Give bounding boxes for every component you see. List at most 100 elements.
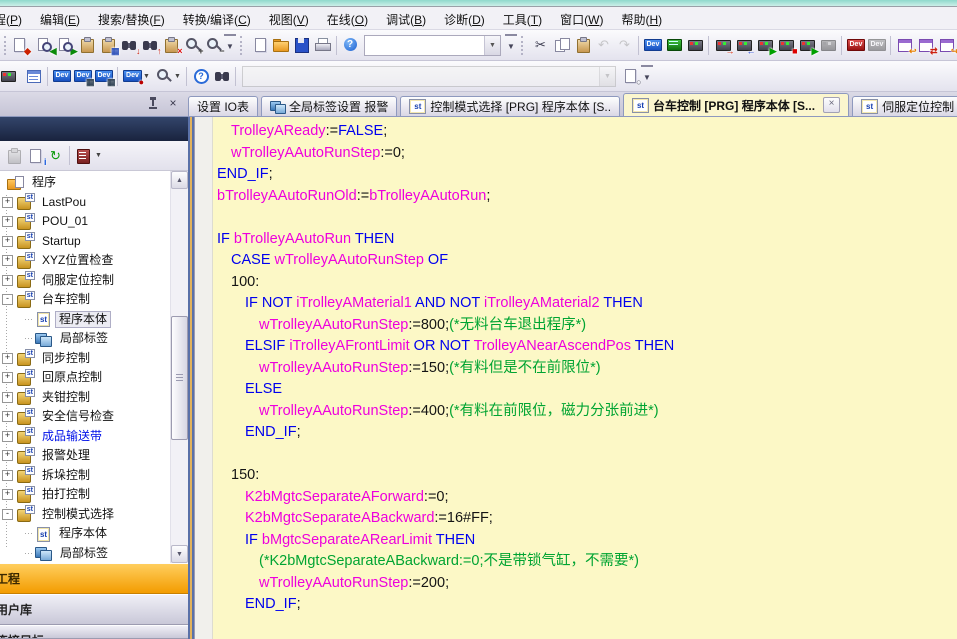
menu-item-W[interactable]: 窗口(W): [551, 7, 612, 29]
save-project-button[interactable]: [291, 34, 312, 56]
paste-bookmark-button[interactable]: [76, 34, 97, 56]
nav-data-info-button[interactable]: i: [24, 145, 45, 167]
selector-bar-item[interactable]: 用户库: [0, 594, 188, 625]
scroll-down-icon[interactable]: ▼: [171, 545, 188, 563]
menu-item-P[interactable]: 工程(P): [0, 7, 31, 29]
expand-icon[interactable]: +: [2, 489, 13, 500]
tree-item-label[interactable]: 局部标签: [56, 330, 112, 347]
monitor-start-button[interactable]: ▶: [754, 34, 775, 56]
bookmark-delete-button[interactable]: ×: [160, 34, 181, 56]
tree-item[interactable]: +拆垛控制: [0, 466, 170, 486]
pane-splitter[interactable]: [188, 117, 195, 639]
tab-2[interactable]: 全局标签设置 报警: [261, 96, 397, 116]
copy-button[interactable]: [551, 34, 572, 56]
expand-icon[interactable]: +: [2, 255, 13, 266]
scrollbar-track[interactable]: [171, 189, 188, 545]
selector-bar-item[interactable]: 连接目标: [0, 625, 188, 639]
tab-5[interactable]: st伺服定位控制 [PR: [852, 96, 957, 116]
tree-item[interactable]: - 控制模式选择: [0, 505, 170, 525]
expand-icon[interactable]: +: [2, 470, 13, 481]
tree-item[interactable]: 程序: [0, 173, 170, 193]
tree-item[interactable]: 程序本体: [0, 524, 170, 544]
parameter-list-button[interactable]: [23, 65, 44, 87]
device-input-combobox[interactable]: ▼: [242, 66, 616, 87]
tree-item[interactable]: +回原点控制: [0, 368, 170, 388]
tree-item[interactable]: -台车控制: [0, 290, 170, 310]
monitor-stop-button[interactable]: ■: [775, 34, 796, 56]
expand-icon[interactable]: +: [2, 411, 13, 422]
window-previous-button[interactable]: ↩: [894, 34, 915, 56]
menu-item-C[interactable]: 转换/编译(C): [174, 7, 260, 29]
tree-item-label[interactable]: 伺服定位控制: [38, 272, 118, 289]
expand-icon[interactable]: +: [2, 197, 13, 208]
toolbar-overflow-icon[interactable]: ▼: [641, 65, 653, 87]
tree-item-label[interactable]: 报警处理: [38, 447, 94, 464]
tree-item-label[interactable]: 局部标签: [56, 545, 112, 562]
tree-item[interactable]: +报警处理: [0, 446, 170, 466]
tree-item[interactable]: +POU_01: [0, 212, 170, 232]
tree-item-label[interactable]: Startup: [38, 233, 85, 250]
expand-icon[interactable]: +: [2, 431, 13, 442]
paste-grid-button[interactable]: ▦: [97, 34, 118, 56]
tree-item-label[interactable]: LastPou: [38, 194, 90, 211]
tree-item[interactable]: +拍打控制: [0, 485, 170, 505]
tab-3[interactable]: st控制模式选择 [PRG] 程序本体 [S..: [400, 96, 620, 116]
nav-display-mode-button[interactable]: ▼: [73, 145, 104, 167]
toolbar-grip[interactable]: [521, 36, 528, 55]
help-button[interactable]: [340, 34, 361, 56]
zoom-in-button[interactable]: +: [181, 34, 202, 56]
tree-item-label[interactable]: 同步控制: [38, 350, 94, 367]
device-reference-search-button[interactable]: ▼: [152, 65, 183, 87]
tree-item-label[interactable]: 控制模式选择: [38, 506, 118, 523]
selector-bar-active[interactable]: 工程: [0, 563, 188, 594]
scroll-up-icon[interactable]: ▲: [171, 171, 188, 189]
collapse-icon[interactable]: -: [2, 509, 13, 520]
doc-export-button[interactable]: ◆: [13, 34, 34, 56]
device-comment-button[interactable]: [51, 65, 72, 87]
toolbar-overflow-icon[interactable]: ▼: [224, 34, 236, 56]
scrollbar-thumb[interactable]: [171, 316, 188, 440]
menu-item-E[interactable]: 编辑(E): [31, 7, 89, 29]
tab-1[interactable]: 设置 IO表: [188, 96, 258, 116]
toolbar-grip[interactable]: [240, 36, 247, 55]
print-button[interactable]: [312, 34, 333, 56]
expand-icon[interactable]: +: [2, 275, 13, 286]
window-next-button[interactable]: ↪: [936, 34, 957, 56]
find-binoculars-button[interactable]: [211, 65, 232, 87]
tree-item[interactable]: + XYZ位置检查: [0, 251, 170, 271]
paste-button[interactable]: [572, 34, 593, 56]
device-skip-button[interactable]: [866, 34, 887, 56]
tab-4[interactable]: st台车控制 [PRG] 程序本体 [S...×: [623, 93, 849, 116]
menu-item-O[interactable]: 在线(O): [318, 7, 377, 29]
chevron-down-icon[interactable]: ▼: [599, 67, 615, 86]
expand-icon[interactable]: +: [2, 372, 13, 383]
expand-icon[interactable]: +: [2, 236, 13, 247]
menu-item-H[interactable]: 帮助(H): [612, 7, 671, 29]
document-search-button[interactable]: ○: [619, 65, 640, 87]
tree-scrollbar[interactable]: ▲ ▼: [170, 171, 188, 563]
tree-item-label[interactable]: 程序本体: [55, 311, 111, 328]
find-upward-button[interactable]: ↑: [139, 34, 160, 56]
read-from-plc-button[interactable]: ←: [733, 34, 754, 56]
tree-item[interactable]: 局部标签: [0, 329, 170, 349]
cut-button[interactable]: ✂: [530, 34, 551, 56]
menu-item-T[interactable]: 工具(T): [494, 7, 551, 29]
nav-refresh-button[interactable]: ↻: [45, 145, 66, 167]
close-pane-icon[interactable]: ×: [166, 97, 180, 111]
find-next-button[interactable]: ▶: [55, 34, 76, 56]
autohide-pin-icon[interactable]: [146, 97, 160, 111]
search-history-combobox[interactable]: ▼: [364, 35, 501, 56]
nav-paste-button[interactable]: [3, 145, 24, 167]
tree-item-label[interactable]: XYZ位置检查: [38, 252, 117, 269]
menu-item-D[interactable]: 诊断(D): [435, 7, 494, 29]
device-test-button[interactable]: [845, 34, 866, 56]
find-previous-button[interactable]: ◀: [34, 34, 55, 56]
tree-item[interactable]: + Startup: [0, 232, 170, 252]
device-watch-button[interactable]: ●▼: [121, 65, 152, 87]
window-switch-button[interactable]: ⇄: [915, 34, 936, 56]
tree-item-label[interactable]: 台车控制: [38, 291, 94, 308]
tree-item-label[interactable]: 安全信号检查: [38, 408, 118, 425]
tree-item[interactable]: + 安全信号检查: [0, 407, 170, 427]
tree-item[interactable]: +成品输送带: [0, 427, 170, 447]
find-downward-button[interactable]: ↓: [118, 34, 139, 56]
